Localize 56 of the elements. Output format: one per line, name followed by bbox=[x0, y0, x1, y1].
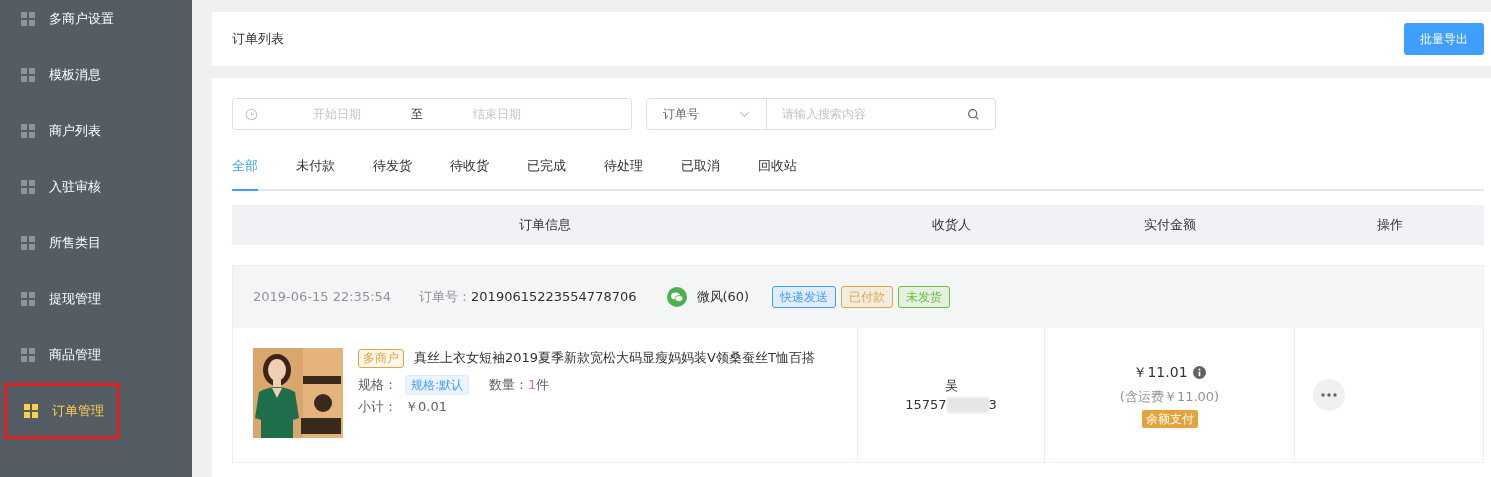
chat-icon bbox=[666, 287, 687, 307]
order-time: 2019-06-15 22:35:54 bbox=[253, 288, 392, 307]
grid-icon bbox=[21, 124, 35, 138]
grid-icon bbox=[21, 68, 35, 82]
sidebar-item[interactable]: 多商户设置 bbox=[4, 0, 120, 47]
filter-tab[interactable]: 未付款 bbox=[296, 156, 335, 191]
quantity: 数量：1件 bbox=[489, 376, 550, 395]
grid-icon bbox=[21, 12, 35, 26]
grid-icon bbox=[24, 404, 38, 418]
grid-icon bbox=[21, 348, 35, 362]
filter-tab[interactable]: 待收货 bbox=[450, 156, 489, 191]
info-icon bbox=[1192, 365, 1206, 379]
sidebar-item[interactable]: 入驻审核 bbox=[4, 159, 120, 215]
grid-icon bbox=[21, 236, 35, 250]
clock-icon bbox=[245, 107, 258, 121]
status-tag: 未发货 bbox=[898, 286, 951, 308]
start-date-placeholder: 开始日期 bbox=[312, 106, 362, 123]
shipping-fee: (含运费￥11.00) bbox=[1119, 387, 1220, 406]
spec-label: 规格： bbox=[358, 376, 398, 395]
grid-icon bbox=[21, 180, 35, 194]
filter-tab[interactable]: 回收站 bbox=[758, 156, 797, 191]
spec-tag: 规格:默认 bbox=[405, 375, 470, 395]
more-icon bbox=[1321, 393, 1337, 397]
range-separator: 至 bbox=[410, 106, 424, 123]
sidebar-item[interactable]: 商户列表 bbox=[4, 103, 120, 159]
sidebar-item[interactable]: 提现管理 bbox=[4, 271, 120, 327]
product-title: 多商户 真丝上衣女短袖2019夏季新款宽松大码显瘦妈妈装V领桑蚕丝T恤百搭 bbox=[358, 348, 823, 368]
sidebar-item[interactable]: 所售类目 bbox=[4, 215, 120, 271]
paid-amount: ￥11.01 bbox=[1133, 362, 1188, 382]
filter-tab[interactable]: 待发货 bbox=[373, 156, 412, 191]
filter-tab[interactable]: 已取消 bbox=[681, 156, 720, 191]
column-header: 收货人 bbox=[931, 216, 972, 235]
payment-method-tag: 余额支付 bbox=[1141, 410, 1198, 429]
sidebar-item[interactable]: 模板消息 bbox=[4, 47, 120, 103]
blurred-region bbox=[946, 396, 989, 413]
column-header: 操作 bbox=[1375, 216, 1404, 235]
filter-tab[interactable]: 待处理 bbox=[604, 156, 643, 191]
page-title: 订单列表 bbox=[232, 30, 284, 49]
sidebar-item[interactable]: 商品管理 bbox=[4, 327, 120, 383]
receiver-name: 吴 bbox=[944, 376, 958, 395]
more-button[interactable] bbox=[1313, 379, 1345, 411]
status-tag: 快递发送 bbox=[772, 286, 837, 308]
status-tag: 已付款 bbox=[841, 286, 894, 308]
merchant-badge: 多商户 bbox=[358, 349, 404, 368]
buyer-name: 微风(60) bbox=[696, 288, 750, 307]
sidebar-item[interactable]: 订单管理 bbox=[4, 383, 120, 439]
order-number: 订单号：20190615223554778706 bbox=[419, 288, 637, 307]
subtotal: 小计： ￥0.01 bbox=[358, 398, 448, 416]
column-header: 订单信息 bbox=[518, 216, 572, 235]
filter-tab[interactable]: 已完成 bbox=[527, 156, 566, 191]
end-date-placeholder: 结束日期 bbox=[472, 106, 522, 123]
column-header: 实付金额 bbox=[1143, 216, 1197, 235]
receiver-phone: 15757 bbox=[905, 396, 947, 414]
date-range-field[interactable]: 开始日期 至 结束日期 bbox=[232, 98, 632, 130]
receiver-phone-end: 3 bbox=[988, 396, 997, 414]
grid-icon bbox=[21, 292, 35, 306]
